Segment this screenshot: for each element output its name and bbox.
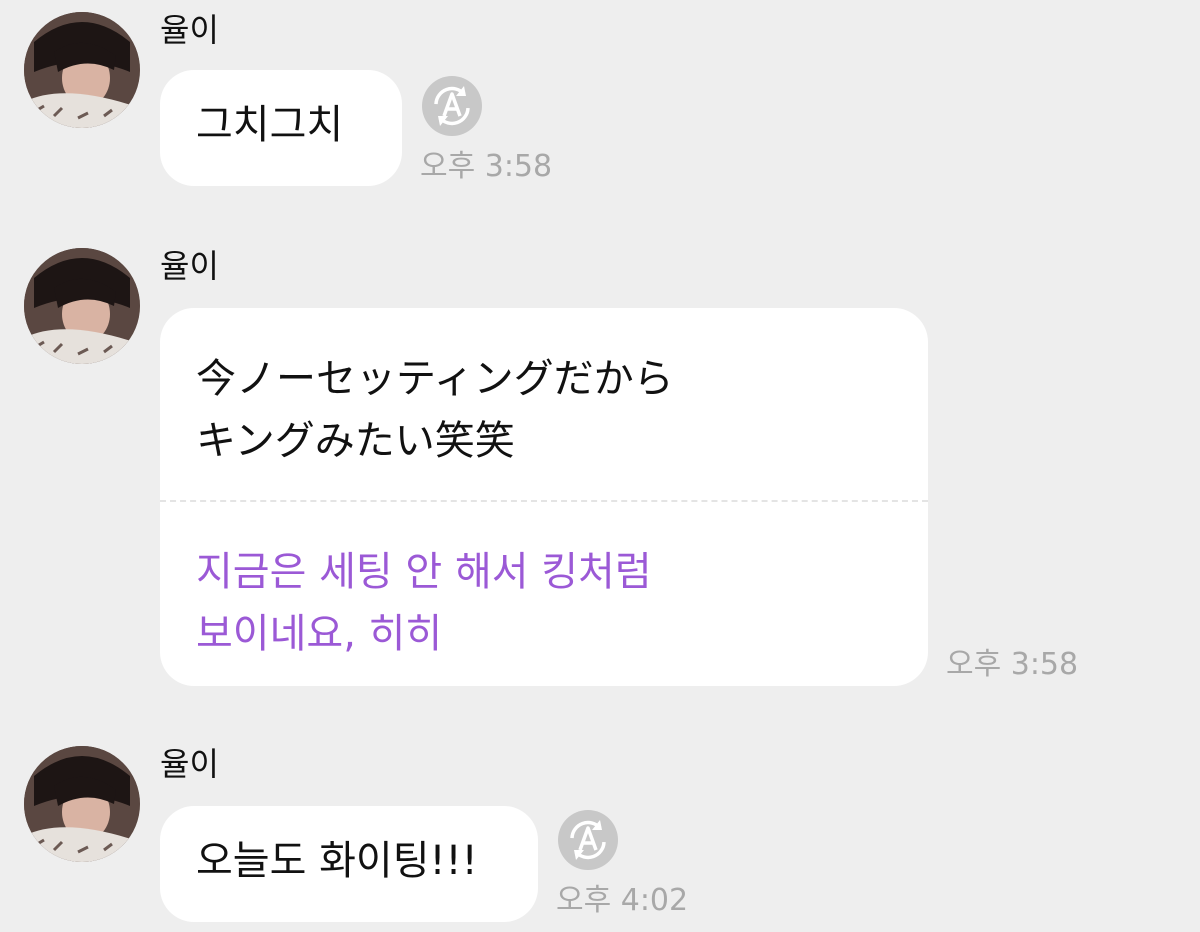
message-text: 오늘도 화이팅!!! (196, 838, 478, 884)
timestamp: 오후 4:02 (556, 883, 689, 918)
message-bubble[interactable]: 今ノーセッティングだから キングみたい笑笑 지금은 세팅 안 해서 킹처럼 보이… (160, 308, 928, 686)
avatar[interactable] (24, 12, 140, 128)
sender-name: 율이 (160, 11, 219, 49)
translated-line: 보이네요, 히히 (196, 611, 443, 657)
divider (160, 500, 928, 502)
original-line: キングみたい笑笑 (196, 418, 515, 464)
translated-text: 지금은 세팅 안 해서 킹처럼 보이네요, 히히 (196, 541, 652, 665)
avatar[interactable] (24, 746, 140, 862)
translate-icon[interactable] (420, 74, 484, 138)
message-bubble[interactable]: 오늘도 화이팅!!! (160, 806, 538, 922)
timestamp: 오후 3:58 (420, 149, 553, 184)
original-line: 今ノーセッティングだから (196, 356, 674, 402)
timestamp: 오후 3:58 (946, 647, 1079, 682)
message-bubble[interactable]: 그치그치 (160, 70, 402, 186)
original-text: 今ノーセッティングだから キングみたい笑笑 (196, 348, 674, 472)
translated-line: 지금은 세팅 안 해서 킹처럼 (196, 549, 652, 595)
translate-icon[interactable] (556, 808, 620, 872)
message-text: 그치그치 (196, 102, 344, 148)
sender-name: 율이 (160, 247, 219, 285)
sender-name: 율이 (160, 745, 219, 783)
avatar[interactable] (24, 248, 140, 364)
